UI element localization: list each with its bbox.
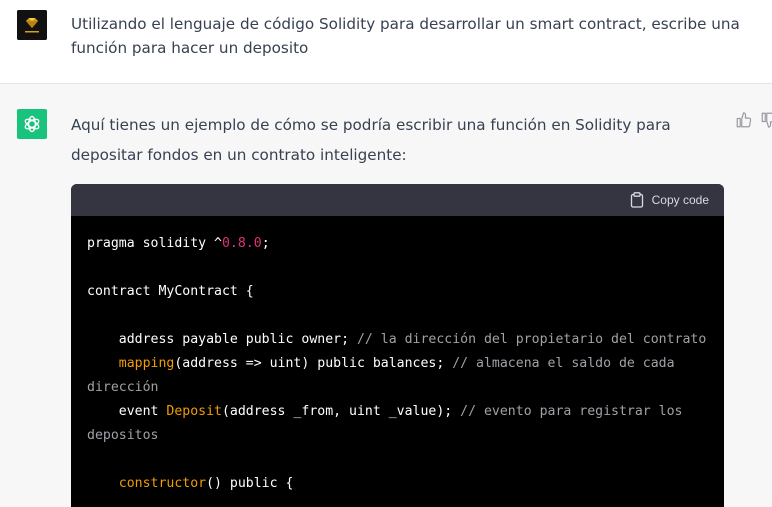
- copy-code-button[interactable]: Copy code: [630, 192, 709, 208]
- code-token: Deposit: [166, 404, 222, 419]
- code-block-header: Copy code: [71, 184, 724, 216]
- code-token: event: [87, 404, 167, 419]
- code-token: (address => uint) public balances;: [174, 356, 453, 371]
- code-line: mapping(address => uint) public balances…: [87, 352, 708, 400]
- user-avatar: [17, 10, 47, 40]
- code-token: address payable public owner;: [87, 332, 357, 347]
- code-token: contract MyContract {: [87, 284, 254, 299]
- code-token: ;: [261, 236, 270, 251]
- code-token: pragma solidity ^: [87, 236, 222, 251]
- code-line: constructor() public {: [87, 472, 708, 496]
- code-token: (address _from, uint _value);: [221, 404, 461, 419]
- openai-logo-icon: [24, 115, 40, 133]
- assistant-message-row: Aquí tienes un ejemplo de cómo se podría…: [0, 84, 772, 507]
- assistant-message-text: Aquí tienes un ejemplo de cómo se podría…: [71, 116, 671, 164]
- gold-diamond-logo-icon: [17, 10, 47, 40]
- code-token: // la dirección del propietario del cont…: [356, 332, 707, 347]
- thumbs-down-icon[interactable]: [760, 111, 772, 129]
- user-message-text: Utilizando el lenguaje de código Solidit…: [71, 15, 740, 57]
- assistant-avatar: [17, 109, 47, 139]
- code-token: mapping: [118, 356, 175, 371]
- thumbs-up-icon[interactable]: [735, 111, 753, 129]
- code-line: address payable public owner; // la dire…: [87, 328, 708, 352]
- code-content: pragma solidity ^0.8.0; contract MyContra…: [71, 216, 724, 496]
- code-block: Copy code pragma solidity ^0.8.0; contrac…: [71, 184, 724, 507]
- code-line: event Deposit(address _from, uint _value…: [87, 400, 708, 448]
- clipboard-icon: [630, 192, 643, 208]
- code-line: contract MyContract {: [87, 280, 708, 304]
- code-line: pragma solidity ^0.8.0;: [87, 232, 708, 256]
- copy-code-label: Copy code: [651, 193, 709, 207]
- code-token: constructor: [118, 476, 207, 491]
- user-message-row: Utilizando el lenguaje de código Solidit…: [0, 0, 772, 84]
- code-token: 0.8.0: [221, 236, 262, 251]
- code-token: () public {: [206, 476, 294, 491]
